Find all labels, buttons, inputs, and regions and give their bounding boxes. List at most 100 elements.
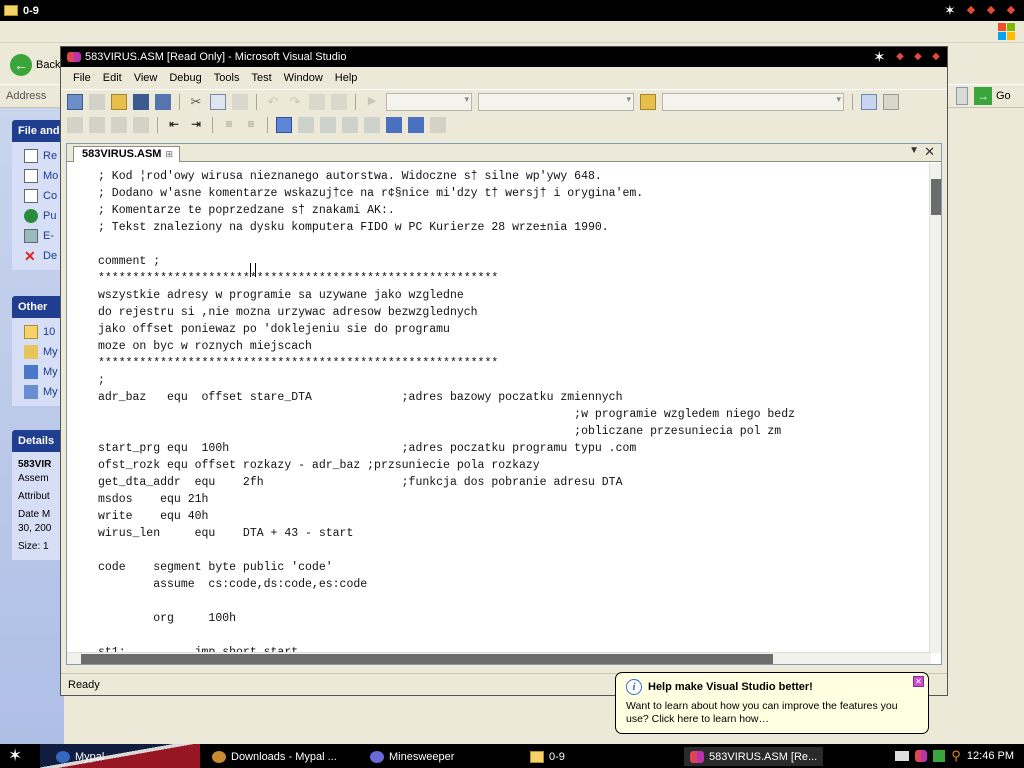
- task-item[interactable]: Co: [12, 186, 64, 206]
- code-line[interactable]: ; Dodano w'asne komentarze wskazuj†ce na…: [98, 185, 795, 202]
- close-icon[interactable]: ◆: [1004, 3, 1018, 17]
- code-line[interactable]: ofst_rozk equ offset rozkazy - adr_baz ;…: [98, 457, 795, 474]
- undo-icon[interactable]: ↶: [265, 94, 281, 110]
- code-line[interactable]: ; Kod ¦rod'owy wirusa nieznanego autorst…: [98, 168, 795, 185]
- minimize-icon[interactable]: ◆: [964, 3, 978, 17]
- display-object-members-icon[interactable]: [67, 117, 83, 133]
- decrease-indent-icon[interactable]: ⇤: [166, 117, 182, 133]
- menu-view[interactable]: View: [128, 72, 164, 84]
- previous-bookmark-in-folder-icon[interactable]: [342, 117, 358, 133]
- code-line[interactable]: ; Komentarze te poprzedzane s† znakami A…: [98, 202, 795, 219]
- code-line[interactable]: ;: [98, 372, 795, 389]
- horizontal-scroll-thumb[interactable]: [81, 654, 773, 664]
- task-item[interactable]: ✕ De: [12, 246, 64, 266]
- task-item[interactable]: E-: [12, 226, 64, 246]
- code-line[interactable]: start_prg equ 100h ;adres poczatku progr…: [98, 440, 795, 457]
- star-icon[interactable]: ✶: [944, 2, 956, 19]
- menu-test[interactable]: Test: [245, 72, 277, 84]
- open-file-icon[interactable]: [111, 93, 127, 110]
- code-line[interactable]: wirus_len equ DTA + 43 - start: [98, 525, 795, 542]
- code-line[interactable]: [98, 593, 795, 610]
- task-item[interactable]: Mo: [12, 166, 64, 186]
- back-button[interactable]: ← Back: [10, 54, 60, 76]
- maximize-icon[interactable]: ◆: [984, 3, 998, 17]
- code-line[interactable]: ****************************************…: [98, 270, 795, 287]
- code-line[interactable]: org 100h: [98, 610, 795, 627]
- code-line[interactable]: write equ 40h: [98, 508, 795, 525]
- code-line[interactable]: msdos equ 21h: [98, 491, 795, 508]
- minimize-icon[interactable]: ◆: [893, 50, 907, 64]
- previous-bookmark-icon[interactable]: [298, 117, 314, 133]
- next-bookmark-icon[interactable]: [320, 117, 336, 133]
- find-combo[interactable]: [662, 92, 844, 111]
- toggle-bookmark-icon[interactable]: [276, 117, 292, 133]
- increase-indent-icon[interactable]: ⇥: [188, 117, 204, 133]
- code-text[interactable]: ; Kod ¦rod'owy wirusa nieznanego autorst…: [98, 168, 795, 653]
- panel-header[interactable]: Other: [12, 296, 64, 318]
- code-line[interactable]: do rejestru si ,nie mozna urzywac adreso…: [98, 304, 795, 321]
- code-line[interactable]: ;w programie wzgledem niego bedz: [98, 406, 795, 423]
- clock[interactable]: 12:46 PM: [967, 750, 1014, 762]
- complete-word-icon[interactable]: [133, 117, 149, 133]
- taskbar-button-minesweeper[interactable]: Minesweeper: [364, 747, 460, 766]
- maximize-icon[interactable]: ◆: [911, 50, 925, 64]
- address-dropdown[interactable]: [956, 87, 968, 105]
- code-line[interactable]: assume cs:code,ds:code,es:code: [98, 576, 795, 593]
- balloon-body[interactable]: Want to learn about how you can improve …: [626, 700, 920, 726]
- close-icon[interactable]: ◆: [929, 50, 943, 64]
- menu-file[interactable]: File: [67, 72, 97, 84]
- menu-help[interactable]: Help: [329, 72, 364, 84]
- cut-icon[interactable]: ✂: [188, 94, 204, 110]
- code-editor[interactable]: ; Kod ¦rod'owy wirusa nieznanego autorst…: [67, 163, 931, 653]
- paste-icon[interactable]: [232, 93, 248, 110]
- task-item[interactable]: Pu: [12, 206, 64, 226]
- place-item[interactable]: My: [12, 342, 64, 362]
- panel-header[interactable]: File and: [12, 120, 64, 142]
- solution-explorer-icon[interactable]: [861, 93, 877, 110]
- previous-bookmark-in-document-icon[interactable]: [386, 117, 402, 133]
- visual-studio-tray-icon[interactable]: [915, 750, 928, 762]
- menu-edit[interactable]: Edit: [97, 72, 128, 84]
- menu-tools[interactable]: Tools: [208, 72, 246, 84]
- code-line[interactable]: ****************************************…: [98, 355, 795, 372]
- redo-icon[interactable]: ↷: [287, 94, 303, 110]
- quick-info-icon[interactable]: [111, 117, 127, 133]
- save-all-icon[interactable]: [155, 93, 171, 110]
- start-debugging-icon[interactable]: ▶: [364, 94, 380, 110]
- task-item[interactable]: Re: [12, 146, 64, 166]
- code-line[interactable]: ;obliczane przesuniecia pol zm: [98, 423, 795, 440]
- close-document-icon[interactable]: ✕: [924, 144, 935, 160]
- network-icon[interactable]: [933, 750, 946, 762]
- clear-bookmarks-icon[interactable]: [430, 117, 446, 133]
- code-line[interactable]: get_dta_addr equ 2fh ;funkcja dos pobran…: [98, 474, 795, 491]
- code-line[interactable]: wszystkie adresy w programie sa uzywane …: [98, 287, 795, 304]
- navigate-forward-icon[interactable]: [331, 93, 347, 110]
- notification-balloon[interactable]: i Help make Visual Studio better! Want t…: [615, 672, 929, 734]
- horizontal-scrollbar[interactable]: [67, 652, 931, 664]
- vertical-scroll-thumb[interactable]: [931, 179, 941, 215]
- copy-icon[interactable]: [210, 93, 226, 110]
- search-icon[interactable]: ⚲: [951, 748, 961, 764]
- save-icon[interactable]: [133, 93, 149, 110]
- vertical-scrollbar[interactable]: [929, 163, 941, 653]
- menu-window[interactable]: Window: [278, 72, 329, 84]
- keyboard-icon[interactable]: [895, 751, 910, 761]
- code-line[interactable]: [98, 627, 795, 644]
- star-icon[interactable]: ✶: [873, 48, 886, 66]
- parameter-info-icon[interactable]: [89, 117, 105, 133]
- solution-platform-combo[interactable]: [478, 92, 634, 111]
- start-button[interactable]: ✶: [8, 746, 22, 766]
- add-item-icon[interactable]: [89, 93, 105, 110]
- code-line[interactable]: [98, 542, 795, 559]
- place-item[interactable]: My: [12, 382, 64, 402]
- find-in-files-icon[interactable]: [640, 93, 656, 110]
- go-button[interactable]: → Go: [974, 87, 1011, 105]
- code-line[interactable]: comment ;: [98, 253, 795, 270]
- navigate-backward-icon[interactable]: [309, 93, 325, 110]
- code-line[interactable]: [98, 236, 795, 253]
- code-line[interactable]: adr_baz equ offset stare_DTA ;adres bazo…: [98, 389, 795, 406]
- code-line[interactable]: code segment byte public 'code': [98, 559, 795, 576]
- code-line[interactable]: moze on byc w roznych miejscach: [98, 338, 795, 355]
- taskbar-button-mypal[interactable]: Mypal: [50, 747, 110, 766]
- taskbar-button-folder[interactable]: 0-9: [524, 747, 571, 766]
